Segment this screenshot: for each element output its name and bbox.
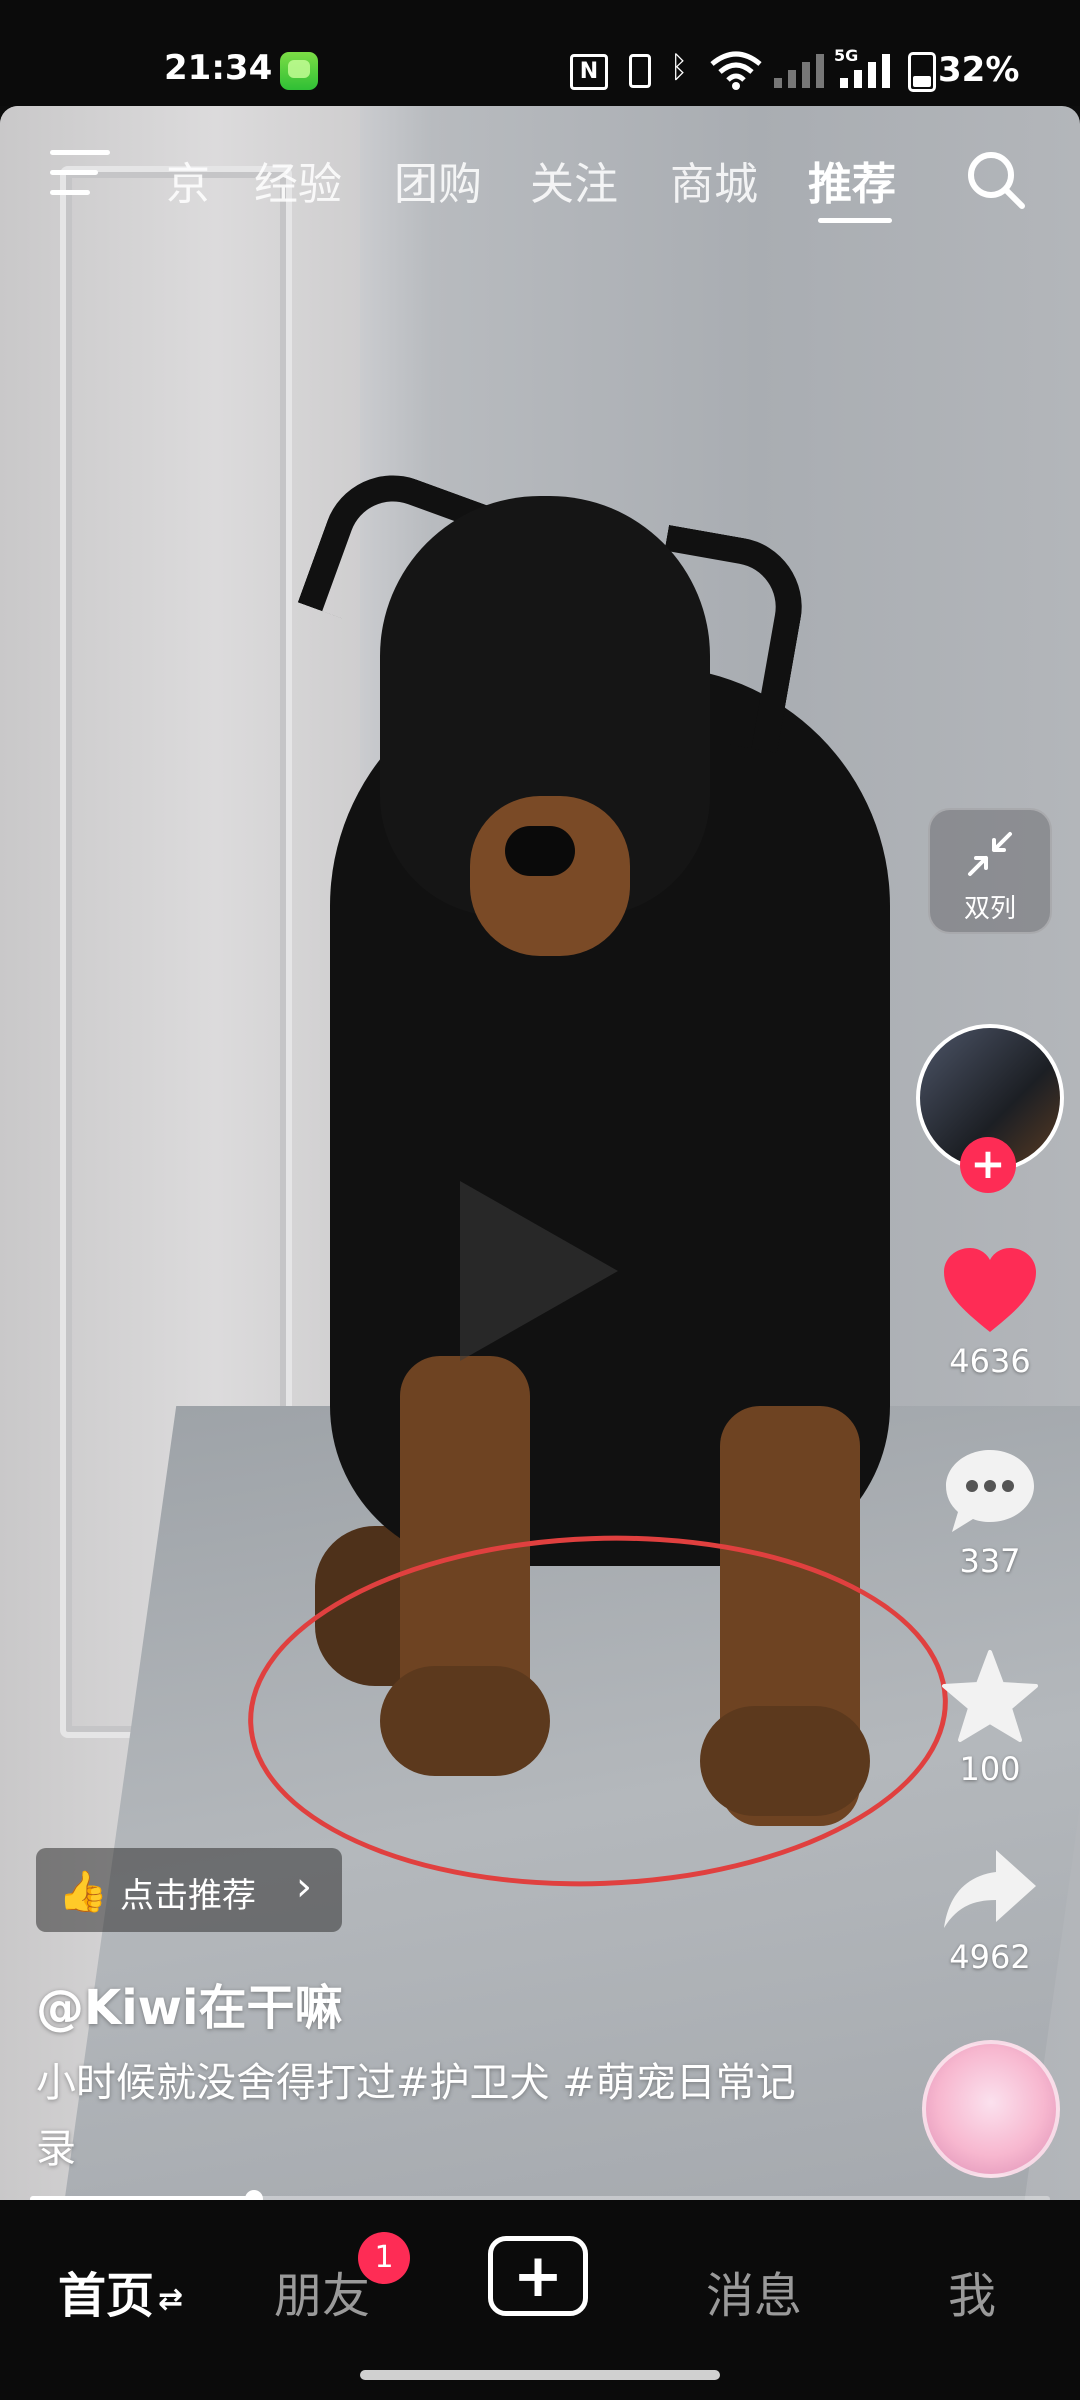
dog-nose <box>505 826 575 876</box>
signal-icon <box>770 50 826 90</box>
signal-5g-icon <box>836 50 892 90</box>
dual-column-button[interactable]: 双列 <box>928 808 1052 934</box>
home-indicator <box>360 2370 720 2380</box>
star-icon <box>942 1650 1038 1742</box>
search-icon[interactable] <box>964 148 1028 212</box>
friends-notification-badge: 1 <box>358 2232 410 2284</box>
chevron-right-icon: › <box>296 1864 312 1910</box>
recommend-button[interactable]: 👍 点击推荐 › <box>36 1848 342 1932</box>
nav-home[interactable]: 首页 ⇄ <box>58 2256 183 2326</box>
vibrate-icon <box>620 50 654 90</box>
music-disc[interactable] <box>922 2040 1060 2178</box>
status-bar: 21:34 N ᛒ 5G 32% <box>0 0 1080 106</box>
create-button[interactable]: + <box>488 2236 588 2316</box>
active-tab-indicator <box>818 218 892 223</box>
battery-fill <box>913 76 931 87</box>
battery-icon <box>908 52 936 92</box>
share-button[interactable]: 4962 <box>930 1846 1050 1976</box>
bluetooth-icon: ᛒ <box>670 50 688 85</box>
tab-experience[interactable]: 经验 <box>254 148 342 212</box>
tab-group-buy[interactable]: 团购 <box>394 148 482 212</box>
recommend-label: 点击推荐 <box>120 1876 256 1916</box>
tab-jing[interactable]: 京 <box>166 148 210 212</box>
comment-icon <box>946 1450 1034 1532</box>
tab-mall[interactable]: 商城 <box>670 148 758 212</box>
top-nav: 京 经验 团购 关注 商城 推荐 <box>0 106 1080 246</box>
menu-icon[interactable] <box>50 150 110 200</box>
comment-button[interactable]: 337 <box>930 1446 1050 1580</box>
favorite-button[interactable]: 100 <box>930 1648 1050 1788</box>
nav-messages[interactable]: 消息 <box>706 2256 802 2326</box>
dog-snout <box>470 796 630 956</box>
share-arrow-icon <box>944 1850 1036 1928</box>
plus-icon: + <box>512 2241 564 2311</box>
nav-me[interactable]: 我 <box>948 2256 996 2326</box>
tab-recommended[interactable]: 推荐 <box>808 148 896 212</box>
heart-icon <box>944 1248 1036 1332</box>
like-count: 4636 <box>949 1342 1031 1380</box>
nav-friends[interactable]: 朋友 <box>274 2256 370 2326</box>
tab-following[interactable]: 关注 <box>530 148 618 212</box>
play-icon[interactable] <box>460 1181 618 1361</box>
like-button[interactable]: 4636 <box>930 1246 1050 1380</box>
status-time: 21:34 <box>164 48 273 88</box>
follow-button[interactable]: + <box>960 1137 1016 1193</box>
status-icons: N ᛒ 5G 32% <box>560 46 1080 92</box>
swap-icon: ⇄ <box>158 2281 184 2317</box>
author-name[interactable]: @Kiwi在干嘛 <box>36 1968 342 2038</box>
battery-percent: 32% <box>938 50 1020 90</box>
nfc-icon: N <box>570 54 608 90</box>
comment-count: 337 <box>959 1542 1021 1580</box>
favorite-count: 100 <box>959 1750 1021 1788</box>
wifi-icon <box>710 50 762 90</box>
bottom-nav: 首页 ⇄ 朋友 1 + 消息 我 <box>0 2200 1080 2400</box>
nav-home-label: 首页 <box>58 2268 155 2324</box>
app-notification-icon <box>280 52 318 90</box>
collapse-arrows-icon <box>964 828 1016 880</box>
dual-column-label: 双列 <box>963 894 1016 924</box>
share-count: 4962 <box>949 1938 1031 1976</box>
thumbs-up-icon: 👍 <box>58 1869 108 1915</box>
video-caption[interactable]: 小时候就没舍得打过#护卫犬 #萌宠日常记录 <box>36 2050 796 2182</box>
